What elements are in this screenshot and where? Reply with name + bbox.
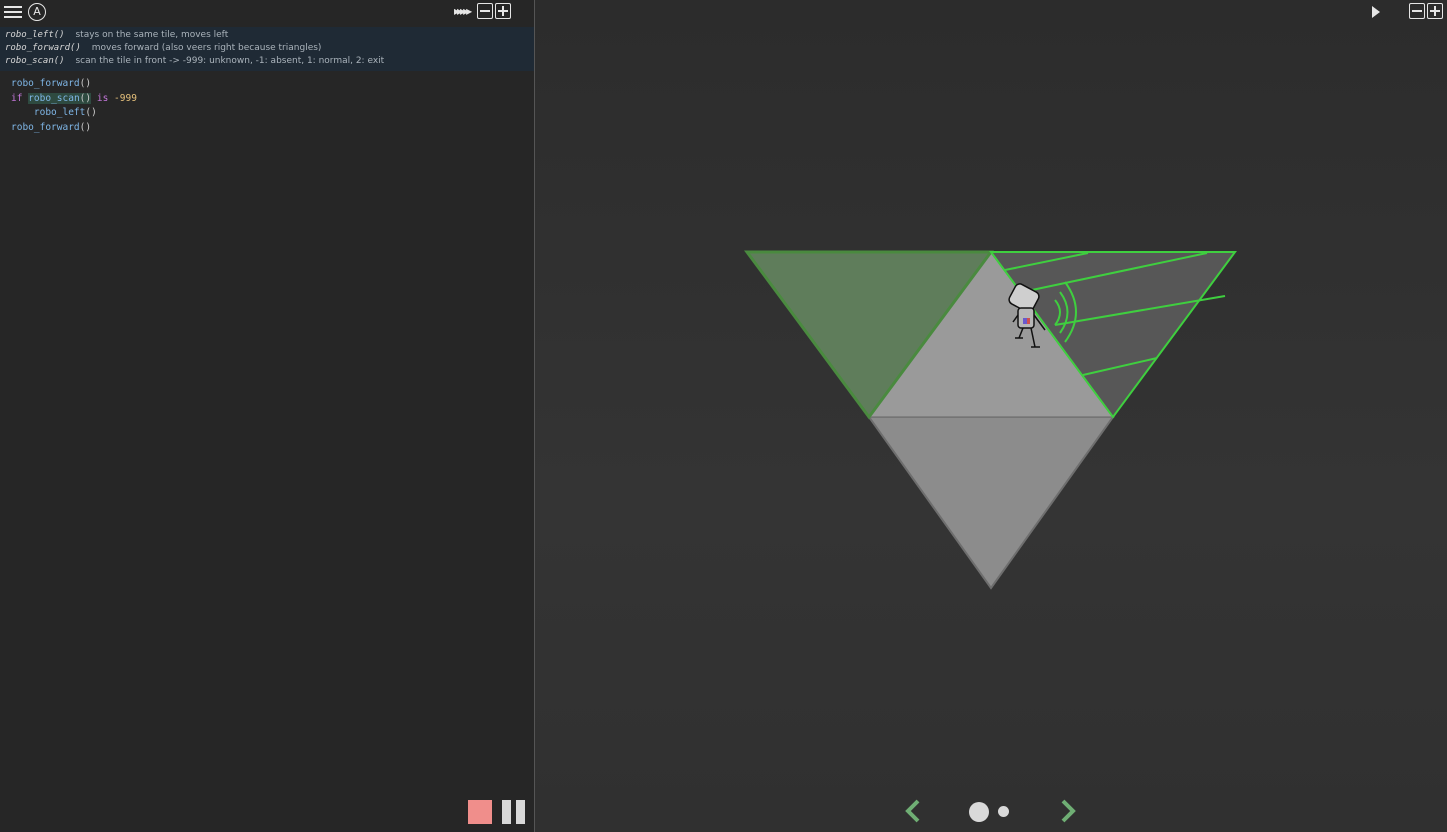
- code-highlight: robo_scan(): [28, 92, 92, 104]
- code-line-3[interactable]: robo_left(): [11, 106, 137, 121]
- pager-dot[interactable]: [998, 806, 1009, 817]
- code-number: -999: [114, 92, 137, 104]
- code-function: robo_left: [33, 107, 86, 118]
- autocomplete-toggle-icon[interactable]: A: [28, 3, 46, 21]
- code-keyword: if: [11, 92, 23, 104]
- doc-function-name: robo_scan(): [5, 56, 65, 66]
- editor-zoom-out-icon[interactable]: [477, 3, 494, 19]
- doc-function-name: robo_left(): [5, 30, 65, 40]
- editor-toolbar: A ▸▸▸▸▸: [0, 0, 534, 26]
- doc-description: scan the tile in front -> -999: unknown,…: [75, 56, 385, 66]
- pause-bar: [516, 800, 525, 824]
- code-line-1[interactable]: robo_forward(): [11, 77, 137, 92]
- fast-forward-icon[interactable]: ▸▸▸▸▸: [454, 4, 472, 18]
- tile-bottom: [867, 416, 1115, 590]
- doc-description: stays on the same tile, moves left: [75, 30, 229, 40]
- code-area[interactable]: robo_forward() if robo_scan() is -999 ro…: [11, 77, 137, 135]
- pager-dot-active[interactable]: [969, 802, 989, 822]
- menu-icon[interactable]: [4, 4, 22, 20]
- stop-button[interactable]: [468, 800, 492, 824]
- doc-row-robo-forward: robo_forward() moves forward (also veers…: [0, 42, 534, 55]
- code-paren: (): [79, 78, 92, 89]
- doc-row-robo-scan: robo_scan() scan the tile in front -> -9…: [0, 55, 534, 68]
- code-paren: (): [79, 121, 92, 133]
- code-function: robo_forward: [11, 78, 80, 89]
- function-docs: robo_left() stays on the same tile, move…: [0, 27, 534, 71]
- code-line-2[interactable]: if robo_scan() is -999: [11, 92, 137, 107]
- level-scene[interactable]: [535, 0, 1447, 832]
- editor-zoom-in-icon[interactable]: [495, 3, 512, 19]
- doc-description: moves forward (also veers right because …: [91, 43, 322, 53]
- previous-level-chevron-icon[interactable]: [903, 796, 923, 826]
- next-level-chevron-icon[interactable]: [1058, 796, 1078, 826]
- code-function: robo_scan: [28, 92, 80, 104]
- code-paren: (): [85, 107, 97, 118]
- game-viewport[interactable]: [535, 0, 1447, 832]
- code-function: robo_forward: [11, 121, 80, 133]
- code-editor-panel: A ▸▸▸▸▸ robo_left() stays on the same ti…: [0, 0, 535, 832]
- doc-function-name: robo_forward(): [5, 43, 81, 53]
- pause-button[interactable]: [502, 800, 526, 824]
- code-line-4[interactable]: robo_forward(): [11, 121, 137, 136]
- pause-bar: [502, 800, 511, 824]
- code-paren: (): [79, 92, 92, 104]
- doc-row-robo-left: robo_left() stays on the same tile, move…: [0, 27, 534, 42]
- code-keyword: is: [96, 92, 109, 104]
